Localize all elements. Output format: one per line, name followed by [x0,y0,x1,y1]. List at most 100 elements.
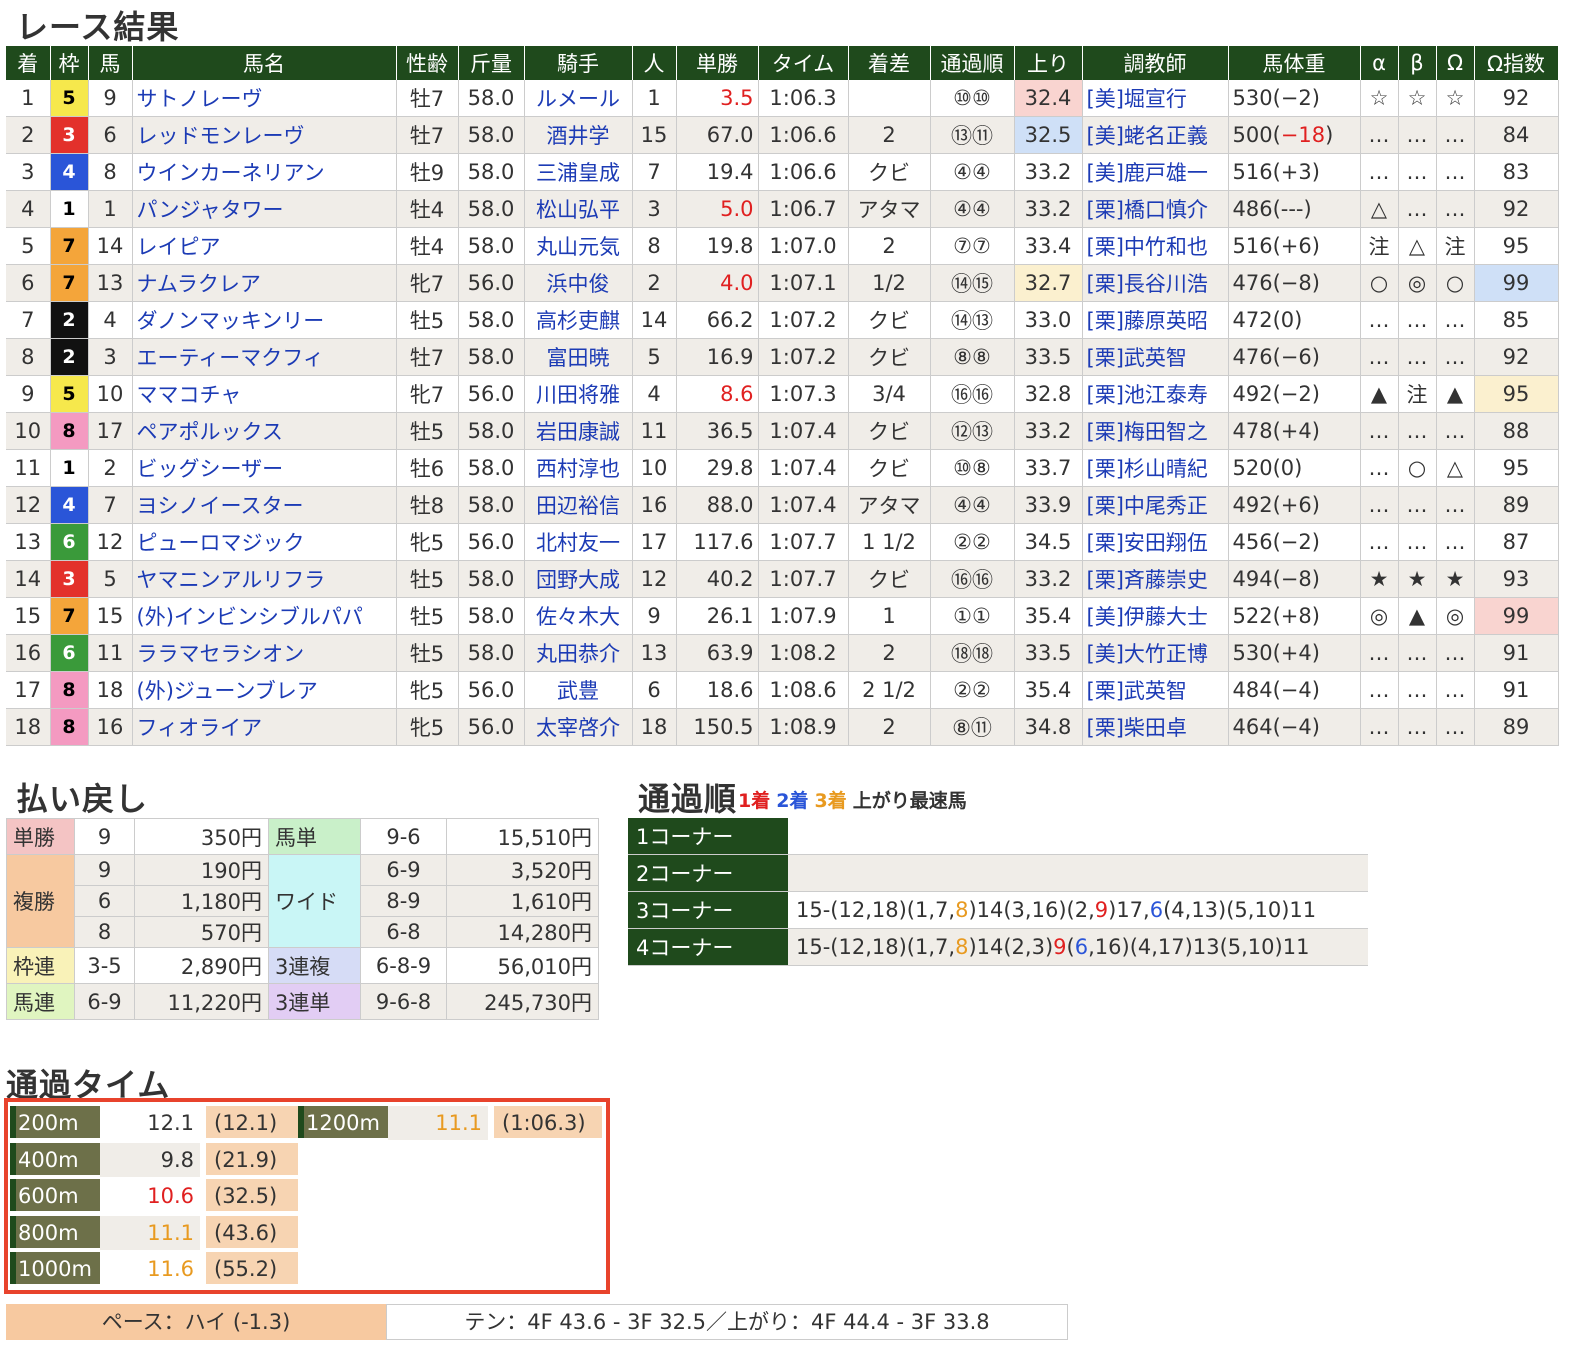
horse-name-link[interactable]: ピューロマジック [132,523,397,561]
horse-name-link[interactable]: ママコチャ [132,375,397,413]
horse-number: 7 [88,486,133,524]
omega-index: 88 [1474,412,1559,450]
jockey-link[interactable]: 佐々木大 [524,597,633,635]
trainer-link[interactable]: [栗]武英智 [1082,338,1229,376]
payout-amount: 2,890円 [134,947,269,984]
jockey-link[interactable]: 丸田恭介 [524,634,633,672]
horse-name-link[interactable]: サトノレーヴ [132,80,397,117]
horse-name-link[interactable]: レッドモンレーヴ [132,116,397,154]
last-3f: 33.2 [1014,412,1083,450]
bracket-number: 4 [50,154,87,190]
horse-number: 10 [88,375,133,413]
jockey-link[interactable]: 北村友一 [524,523,633,561]
horse-name-link[interactable]: ヤマニンアルリフラ [132,560,397,598]
jockey-link[interactable]: 武豊 [524,671,633,709]
jockey-link[interactable]: 川田将雅 [524,375,633,413]
horse-name-link[interactable]: ナムラクレア [132,264,397,302]
trainer-link[interactable]: [栗]柴田卓 [1082,708,1229,746]
trainer-link[interactable]: [栗]長谷川浩 [1082,264,1229,302]
carried-weight: 56.0 [458,375,525,413]
trainer-link[interactable]: [栗]池江泰寿 [1082,375,1229,413]
horse-name-link[interactable]: パンジャタワー [132,190,397,228]
margin: クビ [848,449,931,487]
bracket-number: 5 [50,376,87,412]
corner-label: 4コーナー [628,928,788,966]
last-3f: 32.8 [1014,375,1083,413]
alpha-mark: … [1360,116,1399,154]
jockey-link[interactable]: 田辺裕信 [524,486,633,524]
jockey-link[interactable]: 太宰啓介 [524,708,633,746]
horse-name-link[interactable]: レイピア [132,227,397,265]
jockey-link[interactable]: 酒井学 [524,116,633,154]
body-weight: 530(−2) [1228,80,1361,117]
corner-positions: ⑱⑱ [930,634,1015,672]
table-row: 18 8 16 フィオライア 牝5 56.0 太宰啓介 18 150.5 1:08.9 2 ⑧⑪ 34.… [6,708,1559,746]
omega-index: 99 [1474,264,1559,302]
payout-type-label: 複勝 [6,854,75,948]
horse-name-link[interactable]: フィオライア [132,708,397,746]
finish-time: 1:07.9 [758,597,849,635]
lap-row: 1000m 11.6 (55.2) [10,1252,310,1286]
trainer-link[interactable]: [栗]藤原英昭 [1082,301,1229,339]
jockey-link[interactable]: 三浦皇成 [524,153,633,191]
trainer-link[interactable]: [栗]杉山晴紀 [1082,449,1229,487]
margin: アタマ [848,486,931,524]
omega-mark: △ [1436,449,1475,487]
trainer-link[interactable]: [栗]武英智 [1082,671,1229,709]
margin: クビ [848,338,931,376]
jockey-link[interactable]: 松山弘平 [524,190,633,228]
jockey-link[interactable]: 高杉吏麒 [524,301,633,339]
trainer-link[interactable]: [栗]中尾秀正 [1082,486,1229,524]
jockey-link[interactable]: 岩田康誠 [524,412,633,450]
sex-age: 牡9 [396,153,459,191]
finish-position: 9 [6,375,51,413]
body-weight-value: 500( [1232,123,1281,147]
trainer-link[interactable]: [栗]中竹和也 [1082,227,1229,265]
horse-name-link[interactable]: (外)ジューンブレア [132,671,397,709]
trainer-link[interactable]: [栗]安田翔伍 [1082,523,1229,561]
horse-number: 2 [88,449,133,487]
horse-name-link[interactable]: ダノンマッキンリー [132,301,397,339]
jockey-link[interactable]: ルメール [524,80,633,117]
bracket-number: 4 [50,487,87,523]
horse-name-link[interactable]: ビッグシーザー [132,449,397,487]
payout-row: 複勝 9 190円 ワイド 6-9 3,520円 [6,854,599,948]
last-3f: 33.2 [1014,153,1083,191]
jockey-link[interactable]: 団野大成 [524,560,633,598]
passing-order-table: 1コーナー 2コーナー 3コーナー 15-(12,18)(1,7,8)14(3,16)… [628,818,1368,966]
corner-positions: ⑧⑧ [930,338,1015,376]
horse-name-link[interactable]: ヨシノイースター [132,486,397,524]
payout-amount: 1,180円 [134,885,269,917]
finish-time: 1:07.1 [758,264,849,302]
trainer-link[interactable]: [美]伊藤大士 [1082,597,1229,635]
trainer-link[interactable]: [美]鹿戸雄一 [1082,153,1229,191]
corner-order-segment: )17, [1108,898,1150,922]
results-header-cell: タイム [758,46,849,80]
trainer-link[interactable]: [美]堀宣行 [1082,80,1229,117]
trainer-link[interactable]: [栗]斉藤崇史 [1082,560,1229,598]
popularity: 4 [632,375,677,413]
omega-mark: … [1436,153,1475,191]
trainer-link[interactable]: [栗]橋口慎介 [1082,190,1229,228]
payout-amount: 11,220円 [134,983,269,1020]
jockey-link[interactable]: 富田暁 [524,338,633,376]
jockey-link[interactable]: 丸山元気 [524,227,633,265]
lap-row: 400m 9.8 (21.9) [10,1142,310,1177]
jockey-link[interactable]: 西村淳也 [524,449,633,487]
carried-weight: 58.0 [458,634,525,672]
trainer-link[interactable]: [栗]梅田智之 [1082,412,1229,450]
horse-name-link[interactable]: ララマセラシオン [132,634,397,672]
horse-name-link[interactable]: エーティーマクフィ [132,338,397,376]
corner-positions: ⑩⑩ [930,80,1015,117]
trainer-link[interactable]: [美]大竹正博 [1082,634,1229,672]
jockey-link[interactable]: 浜中俊 [524,264,633,302]
trainer-link[interactable]: [美]蛯名正義 [1082,116,1229,154]
bracket-badge: 3 [50,116,89,154]
horse-name-link[interactable]: ペアポルックス [132,412,397,450]
corner-positions: ⑫⑬ [930,412,1015,450]
legend-first: 1着 [738,790,771,812]
body-weight-value: 472(0) [1232,308,1303,332]
horse-name-link[interactable]: (外)インビンシブルパパ [132,597,397,635]
horse-name-link[interactable]: ウインカーネリアン [132,153,397,191]
table-row: 8 2 3 エーティーマクフィ 牡7 58.0 富田暁 5 16.9 1:07.2 クビ ⑧⑧ 33.5… [6,338,1559,376]
